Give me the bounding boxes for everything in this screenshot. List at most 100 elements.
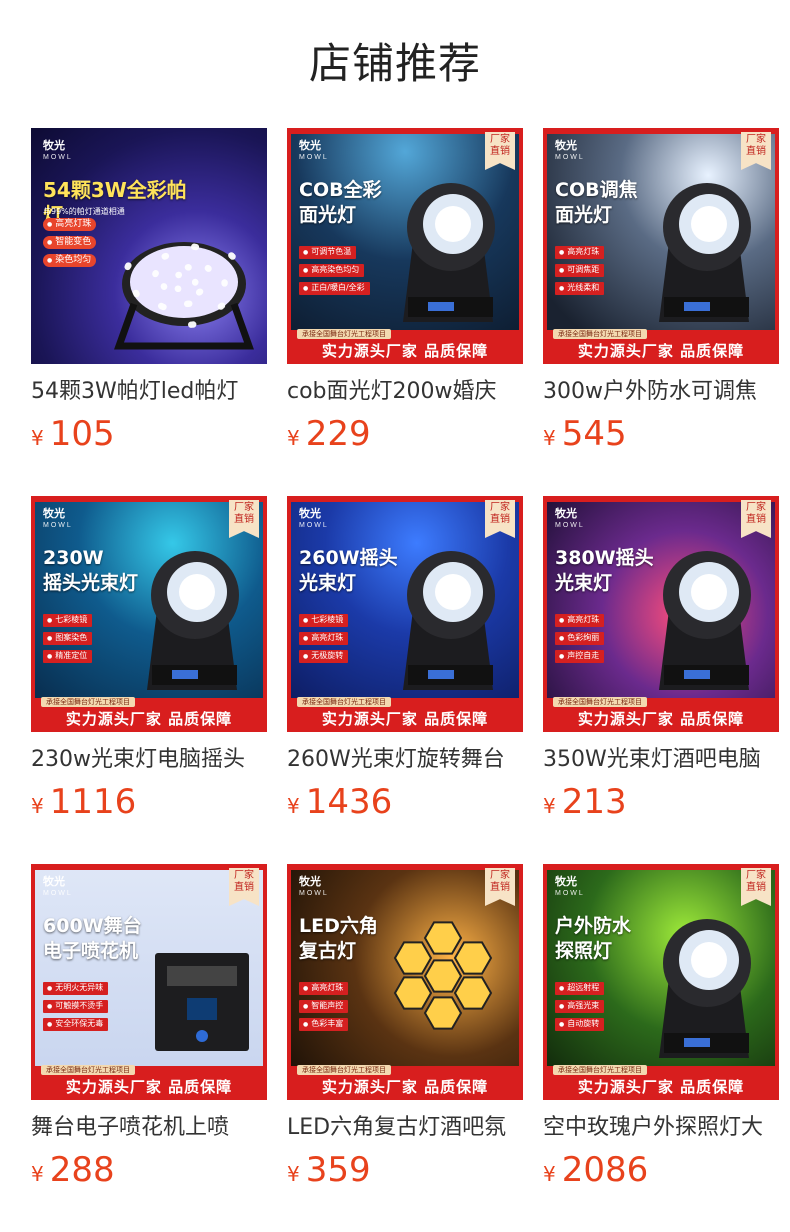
product-price: ¥359 (287, 1150, 523, 1190)
price-value: 359 (305, 1150, 371, 1190)
currency-symbol: ¥ (31, 426, 44, 450)
product-title[interactable]: cob面光灯200w婚庆 (287, 376, 523, 408)
feature-tag: 高亮灯珠 (299, 632, 349, 645)
price-value: 1116 (49, 782, 137, 822)
feature-tag: 图案染色 (43, 632, 93, 645)
feature-list: 高亮灯珠智能变色染色均匀 (43, 218, 97, 272)
price-value: 105 (49, 414, 115, 454)
feature-tag: 高亮染色均匀 (299, 264, 365, 277)
currency-symbol: ¥ (543, 1162, 556, 1186)
product-image[interactable]: 牧光MOWL厂家 直销260W摇头 光束灯七彩棱镜高亮灯珠无极旋转承接全国舞台灯… (287, 496, 523, 732)
product-card[interactable]: 牧光MOWL厂家 直销260W摇头 光束灯七彩棱镜高亮灯珠无极旋转承接全国舞台灯… (287, 496, 523, 822)
feature-list: 高亮灯珠智能声控色彩丰富 (299, 982, 349, 1036)
currency-symbol: ¥ (31, 794, 44, 818)
footer-project-note: 承接全国舞台灯光工程项目 (41, 697, 135, 707)
feature-tag: 高强光束 (555, 1000, 605, 1013)
feature-tag: 声控自走 (555, 650, 605, 663)
currency-symbol: ¥ (287, 794, 300, 818)
product-title[interactable]: 舞台电子喷花机上喷 (31, 1112, 267, 1144)
feature-tag: 无极旋转 (299, 650, 349, 663)
product-card[interactable]: 牧光MOWL厂家 直销户外防水 探照灯超远射程高强光束自动旋转承接全国舞台灯光工… (543, 864, 779, 1190)
lamp-illustration (639, 540, 769, 694)
feature-list: 高亮灯珠可调焦距光线柔和 (555, 246, 605, 300)
currency-symbol: ¥ (287, 1162, 300, 1186)
product-title[interactable]: 350W光束灯酒吧电脑 (543, 744, 779, 776)
product-image[interactable]: 牧光MOWL厂家 直销COB全彩 面光灯可调节色温高亮染色均匀正白/暖白/全彩承… (287, 128, 523, 364)
product-image[interactable]: 牧光MOWL54颗3W全彩帕灯与99%的帕灯通道相通高亮灯珠智能变色染色均匀 (31, 128, 267, 364)
price-value: 213 (561, 782, 627, 822)
feature-tag: 高亮灯珠 (555, 614, 605, 627)
product-card[interactable]: 牧光MOWL54颗3W全彩帕灯与99%的帕灯通道相通高亮灯珠智能变色染色均匀54… (31, 128, 267, 454)
feature-tag: 色彩丰富 (299, 1018, 349, 1031)
feature-tag: 正白/暖白/全彩 (299, 282, 370, 295)
footer-slogan: 实力源头厂家 品质保障 (321, 710, 489, 728)
product-price: ¥288 (31, 1150, 267, 1190)
footer-project-note: 承接全国舞台灯光工程项目 (553, 697, 647, 707)
product-price: ¥213 (543, 782, 779, 822)
product-grid: 牧光MOWL54颗3W全彩帕灯与99%的帕灯通道相通高亮灯珠智能变色染色均匀54… (0, 0, 790, 1232)
product-title[interactable]: 空中玫瑰户外探照灯大 (543, 1112, 779, 1144)
brand-logo: 牧光 MOWL (43, 876, 73, 897)
price-value: 545 (561, 414, 627, 454)
feature-tag: 七彩棱镜 (43, 614, 93, 627)
footer-slogan: 实力源头厂家 品质保障 (65, 710, 233, 728)
feature-tag: 智能变色 (43, 236, 97, 249)
feature-tag: 染色均匀 (43, 254, 97, 267)
product-price: ¥105 (31, 414, 267, 454)
lamp-illustration (383, 540, 513, 694)
lamp-illustration (383, 172, 513, 326)
footer-project-note: 承接全国舞台灯光工程项目 (41, 1065, 135, 1075)
brand-logo: 牧光 MOWL (299, 140, 329, 161)
feature-tag: 高亮灯珠 (43, 218, 97, 231)
product-card[interactable]: 牧光MOWL厂家 直销LED六角 复古灯高亮灯珠智能声控色彩丰富承接全国舞台灯光… (287, 864, 523, 1190)
price-value: 288 (49, 1150, 115, 1190)
footer-slogan: 实力源头厂家 品质保障 (577, 1078, 745, 1096)
product-image[interactable]: 牧光MOWL厂家 直销LED六角 复古灯高亮灯珠智能声控色彩丰富承接全国舞台灯光… (287, 864, 523, 1100)
footer-slogan: 实力源头厂家 品质保障 (577, 342, 745, 360)
brand-logo: 牧光 MOWL (43, 508, 73, 529)
feature-tag: 光线柔和 (555, 282, 605, 295)
image-subline: 与99%的帕灯通道相通 (43, 207, 125, 216)
feature-list: 无明火无异味可触摸不烫手安全环保无毒 (43, 982, 109, 1036)
currency-symbol: ¥ (543, 794, 556, 818)
brand-logo: 牧光 MOWL (299, 508, 329, 529)
feature-tag: 自动旋转 (555, 1018, 605, 1031)
currency-symbol: ¥ (287, 426, 300, 450)
footer-slogan: 实力源头厂家 品质保障 (577, 710, 745, 728)
product-title[interactable]: 300w户外防水可调焦 (543, 376, 779, 408)
feature-tag: 超远射程 (555, 982, 605, 995)
product-title[interactable]: 230w光束灯电脑摇头 (31, 744, 267, 776)
feature-list: 超远射程高强光束自动旋转 (555, 982, 605, 1036)
footer-slogan: 实力源头厂家 品质保障 (65, 1078, 233, 1096)
product-image[interactable]: 牧光MOWL厂家 直销230W 摇头光束灯七彩棱镜图案染色精准定位承接全国舞台灯… (31, 496, 267, 732)
feature-tag: 无明火无异味 (43, 982, 109, 995)
brand-logo: 牧光 MOWL (43, 140, 73, 161)
product-image[interactable]: 牧光MOWL厂家 直销户外防水 探照灯超远射程高强光束自动旋转承接全国舞台灯光工… (543, 864, 779, 1100)
product-title[interactable]: 260W光束灯旋转舞台 (287, 744, 523, 776)
feature-tag: 七彩棱镜 (299, 614, 349, 627)
footer-slogan: 实力源头厂家 品质保障 (321, 1078, 489, 1096)
product-image[interactable]: 牧光MOWL厂家 直销600W舞台 电子喷花机无明火无异味可触摸不烫手安全环保无… (31, 864, 267, 1100)
product-card[interactable]: 牧光MOWL厂家 直销COB调焦 面光灯高亮灯珠可调焦距光线柔和承接全国舞台灯光… (543, 128, 779, 454)
product-card[interactable]: 牧光MOWL厂家 直销230W 摇头光束灯七彩棱镜图案染色精准定位承接全国舞台灯… (31, 496, 267, 822)
feature-tag: 可调节色温 (299, 246, 357, 259)
feature-tag: 精准定位 (43, 650, 93, 663)
brand-logo: 牧光 MOWL (555, 876, 585, 897)
product-price: ¥1436 (287, 782, 523, 822)
currency-symbol: ¥ (31, 1162, 44, 1186)
product-price: ¥545 (543, 414, 779, 454)
lamp-illustration (147, 948, 257, 1062)
product-image[interactable]: 牧光MOWL厂家 直销380W摇头 光束灯高亮灯珠色彩绚丽声控自走承接全国舞台灯… (543, 496, 779, 732)
footer-project-note: 承接全国舞台灯光工程项目 (297, 697, 391, 707)
product-card[interactable]: 牧光MOWL厂家 直销600W舞台 电子喷花机无明火无异味可触摸不烫手安全环保无… (31, 864, 267, 1190)
feature-list: 高亮灯珠色彩绚丽声控自走 (555, 614, 605, 668)
product-title[interactable]: LED六角复古灯酒吧氛 (287, 1112, 523, 1144)
footer-project-note: 承接全国舞台灯光工程项目 (553, 329, 647, 339)
feature-tag: 安全环保无毒 (43, 1018, 109, 1031)
product-image[interactable]: 牧光MOWL厂家 直销COB调焦 面光灯高亮灯珠可调焦距光线柔和承接全国舞台灯光… (543, 128, 779, 364)
product-price: ¥2086 (543, 1150, 779, 1190)
product-title[interactable]: 54颗3W帕灯led帕灯 (31, 376, 267, 408)
product-card[interactable]: 牧光MOWL厂家 直销COB全彩 面光灯可调节色温高亮染色均匀正白/暖白/全彩承… (287, 128, 523, 454)
lamp-illustration (373, 898, 513, 1062)
product-card[interactable]: 牧光MOWL厂家 直销380W摇头 光束灯高亮灯珠色彩绚丽声控自走承接全国舞台灯… (543, 496, 779, 822)
